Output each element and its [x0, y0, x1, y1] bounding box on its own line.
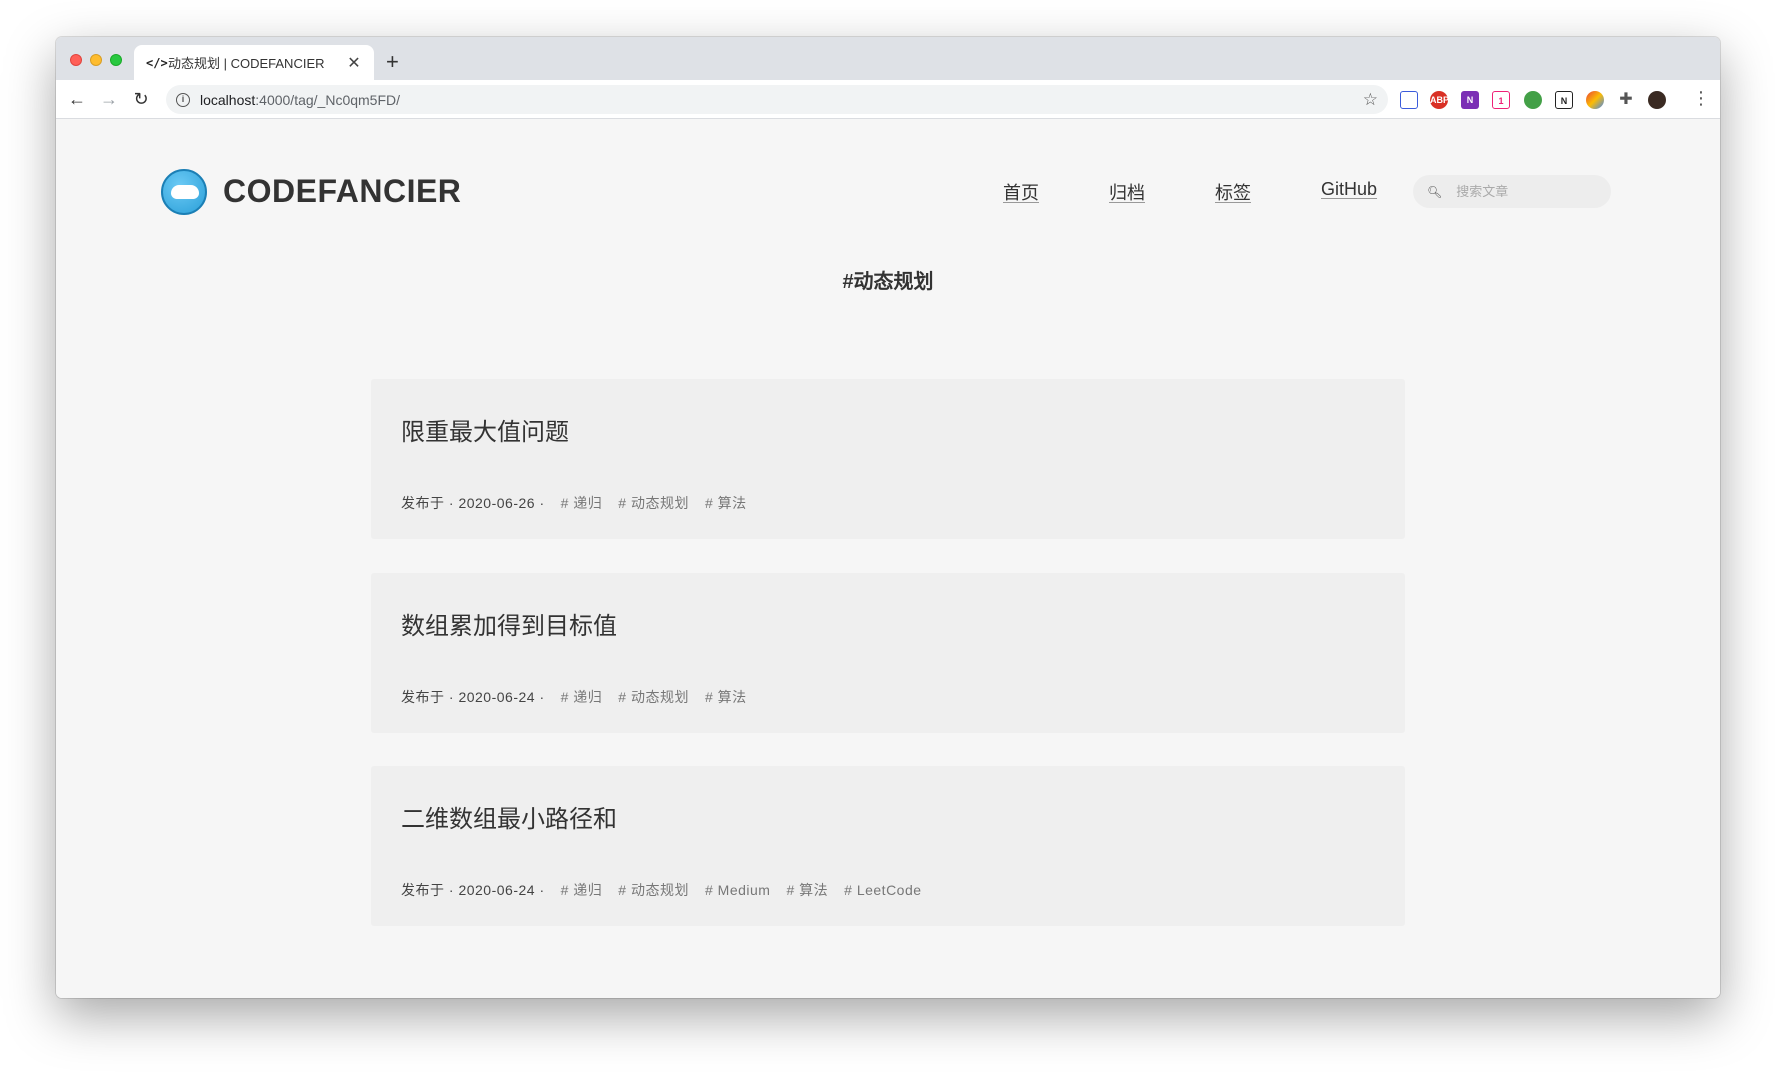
nav-link-home[interactable]: 首页	[1003, 179, 1039, 205]
nav-link-tags[interactable]: 标签	[1215, 179, 1251, 205]
cat-ext-icon[interactable]: 1	[1492, 91, 1510, 109]
back-arrow-icon[interactable]: ←	[66, 88, 88, 110]
post-tag[interactable]: # 递归	[561, 880, 603, 900]
post-date: 发布于 · 2020-06-26 ·	[401, 495, 545, 511]
green-dot-ext-icon[interactable]	[1524, 91, 1542, 109]
minimize-window-button[interactable]	[90, 54, 102, 66]
close-tab-icon[interactable]: ✕	[346, 53, 362, 73]
post-date: 发布于 · 2020-06-24 ·	[401, 689, 545, 705]
url-text[interactable]: localhost:4000/tag/_Nc0qm5FD/	[200, 92, 1363, 108]
search-input[interactable]	[1456, 184, 1597, 199]
post-card[interactable]: 限重最大值问题 发布于 · 2020-06-26 · # 递归 # 动态规划 #…	[371, 379, 1405, 539]
browser-tab-active[interactable]: </> 动态规划 | CODEFANCIER ✕	[134, 45, 374, 80]
onenote-ext-icon[interactable]: N	[1461, 91, 1479, 109]
avatar-ext-icon[interactable]	[1648, 91, 1666, 109]
forward-arrow-icon[interactable]: →	[98, 88, 120, 110]
logo-whale-shape	[171, 185, 199, 199]
post-tag[interactable]: # 算法	[786, 880, 828, 900]
post-tag[interactable]: # 动态规划	[618, 493, 689, 513]
tab-strip: </> 动态规划 | CODEFANCIER ✕ +	[56, 37, 1720, 80]
code-favicon-icon: </>	[146, 55, 168, 70]
puzzle-ext-icon[interactable]: ✚	[1617, 91, 1635, 109]
post-meta: 发布于 · 2020-06-26 · # 递归 # 动态规划 # 算法	[401, 493, 763, 513]
color-ext-icon[interactable]	[1586, 91, 1604, 109]
reload-icon[interactable]: ↻	[130, 88, 152, 110]
nav-link-github[interactable]: GitHub	[1321, 179, 1377, 200]
url-path: :4000/tag/_Nc0qm5FD/	[255, 91, 401, 108]
tab-title: 动态规划 | CODEFANCIER	[168, 56, 325, 71]
post-title[interactable]: 二维数组最小路径和	[401, 799, 617, 834]
browser-window: </> 动态规划 | CODEFANCIER ✕ + ← → ↻ i local…	[56, 37, 1720, 998]
browser-toolbar: ← → ↻ i localhost:4000/tag/_Nc0qm5FD/ ☆ …	[56, 80, 1720, 119]
tag-page-title: #动态规划	[842, 271, 934, 293]
search-icon: 🔍︎	[1427, 184, 1443, 199]
post-date: 发布于 · 2020-06-24 ·	[401, 882, 545, 898]
close-window-button[interactable]	[70, 54, 82, 66]
post-title[interactable]: 数组累加得到目标值	[401, 606, 617, 641]
notion-ext-icon[interactable]: N	[1555, 91, 1573, 109]
browser-menu-icon[interactable]: ⋮	[1692, 88, 1710, 109]
post-meta: 发布于 · 2020-06-24 · # 递归 # 动态规划 # Medium …	[401, 880, 938, 900]
address-bar[interactable]: i localhost:4000/tag/_Nc0qm5FD/ ☆	[166, 85, 1388, 114]
post-tag[interactable]: # 算法	[705, 493, 747, 513]
url-host: localhost	[200, 91, 256, 108]
post-title[interactable]: 限重最大值问题	[401, 412, 569, 447]
post-tag[interactable]: # Medium	[705, 882, 770, 898]
post-tag[interactable]: # 动态规划	[618, 687, 689, 707]
post-card[interactable]: 二维数组最小路径和 发布于 · 2020-06-24 · # 递归 # 动态规划…	[371, 766, 1405, 926]
adblock-ext-icon[interactable]: ABP	[1430, 91, 1449, 109]
post-tag[interactable]: # 递归	[561, 493, 603, 513]
post-tag[interactable]: # LeetCode	[844, 882, 921, 898]
maximize-window-button[interactable]	[110, 54, 122, 66]
site-title[interactable]: CODEFANCIER	[223, 173, 461, 210]
post-tag[interactable]: # 递归	[561, 687, 603, 707]
info-icon[interactable]: i	[176, 92, 190, 107]
nav-link-archive[interactable]: 归档	[1109, 179, 1145, 205]
whale-logo-icon[interactable]	[161, 169, 207, 215]
post-card[interactable]: 数组累加得到目标值 发布于 · 2020-06-24 · # 递归 # 动态规划…	[371, 573, 1405, 733]
page-content: CODEFANCIER 首页 归档 标签 GitHub 🔍︎ #动态规划 限重最…	[56, 120, 1720, 998]
post-tag[interactable]: # 算法	[705, 687, 747, 707]
post-tag[interactable]: # 动态规划	[618, 880, 689, 900]
post-meta: 发布于 · 2020-06-24 · # 递归 # 动态规划 # 算法	[401, 687, 763, 707]
calendar-ext-icon[interactable]	[1400, 91, 1418, 109]
new-tab-button[interactable]: +	[386, 49, 399, 75]
bookmark-star-icon[interactable]: ☆	[1363, 90, 1378, 110]
search-box[interactable]: 🔍︎	[1413, 175, 1611, 208]
